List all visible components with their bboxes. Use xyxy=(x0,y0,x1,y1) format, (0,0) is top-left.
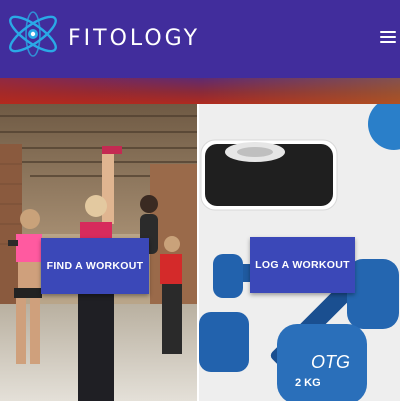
menu-bar-bottom xyxy=(380,41,396,43)
menu-bar-middle xyxy=(380,36,396,38)
brand-name: FITOLOGY xyxy=(68,26,201,51)
atom-orbit-logo-icon[interactable] xyxy=(2,2,64,66)
log-workout-button[interactable]: LOG A WORKOUT xyxy=(250,237,355,293)
log-workout-panel[interactable]: OTG 2 KG LOG A WORKOUT xyxy=(199,104,400,401)
dumbbell-weight-text: 2 KG xyxy=(295,377,321,389)
find-workout-button[interactable]: FIND A WORKOUT xyxy=(41,238,149,294)
hamburger-menu-icon[interactable] xyxy=(380,28,396,46)
find-workout-panel[interactable]: FIND A WORKOUT xyxy=(0,104,197,401)
menu-bar-top xyxy=(380,31,396,33)
dumbbell-brand-text: OTG xyxy=(311,352,350,372)
hero-gradient-band xyxy=(0,78,400,104)
site-header: FITOLOGY xyxy=(0,0,400,78)
